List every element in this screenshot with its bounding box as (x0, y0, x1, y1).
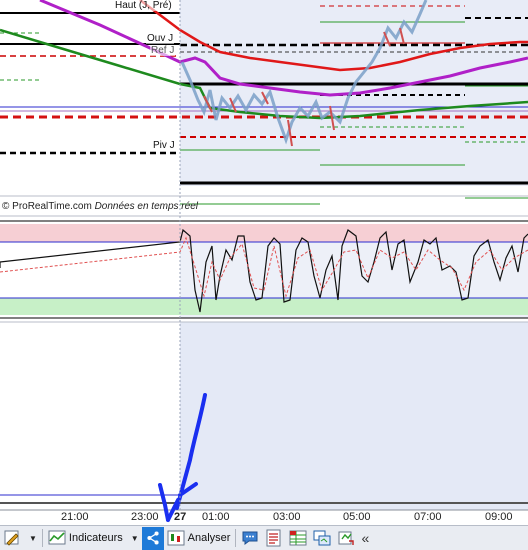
candle-chart-icon (167, 530, 185, 546)
windows-button[interactable] (310, 527, 334, 550)
chat-button[interactable] (238, 527, 262, 550)
time-label-2300: 23:00 (131, 511, 159, 523)
share-button[interactable] (141, 526, 164, 550)
copyright-notice: © ProRealTime.com Données en temps réel (2, 201, 198, 212)
indicators-chart-icon (48, 530, 66, 545)
time-label-day: 27 (174, 511, 187, 523)
bottom-toolbar: ▼ Indicateurs ▼ Analyser « (0, 525, 528, 550)
time-label-0900: 09:00 (485, 511, 513, 523)
collapse-toolbar-button[interactable]: « (358, 527, 372, 550)
time-label-0100: 01:00 (202, 511, 230, 523)
level-label-ref: Ref J (150, 45, 176, 56)
analyse-button[interactable]: Analyser (164, 527, 234, 550)
windows-icon (313, 530, 331, 546)
chevron-down-icon: ▼ (130, 533, 139, 543)
share-icon (147, 531, 159, 545)
indicators-button[interactable]: Indicateurs (45, 527, 126, 550)
time-label-0700: 07:00 (414, 511, 442, 523)
oversold-zone (0, 298, 528, 315)
time-label-0300: 03:00 (273, 511, 301, 523)
level-label-haut: Haut (J, Pré) (114, 0, 173, 11)
chat-icon (242, 531, 258, 545)
refresh-icon (338, 531, 355, 545)
list-button[interactable] (262, 527, 286, 550)
indicators-dropdown[interactable]: ▼ (126, 527, 142, 550)
session-shade-volume (180, 322, 528, 510)
table-icon (289, 530, 307, 546)
table-button[interactable] (286, 527, 310, 550)
chart-area[interactable]: Haut (J, Pré) Ouv J Ref J Piv J © ProRea… (0, 0, 528, 550)
list-icon (266, 529, 281, 547)
overbought-zone (0, 224, 528, 242)
drawing-tools-button[interactable] (0, 527, 24, 550)
level-label-ouv: Ouv J (146, 33, 175, 44)
indicators-label: Indicateurs (68, 532, 123, 544)
refresh-button[interactable] (334, 527, 358, 550)
double-chevron-left-icon: « (361, 530, 370, 546)
price-chart-svg (0, 0, 528, 522)
realtime-notice: Données en temps réel (94, 201, 198, 212)
time-label-0500: 05:00 (343, 511, 371, 523)
level-label-piv: Piv J (152, 140, 176, 151)
drawing-tools-dropdown[interactable]: ▼ (24, 527, 40, 550)
time-label-2100: 21:00 (61, 511, 89, 523)
copyright-brand: © ProRealTime.com (2, 201, 92, 212)
analyse-label: Analyser (187, 532, 231, 544)
chevron-down-icon: ▼ (29, 533, 37, 543)
pencil-icon (4, 530, 19, 546)
